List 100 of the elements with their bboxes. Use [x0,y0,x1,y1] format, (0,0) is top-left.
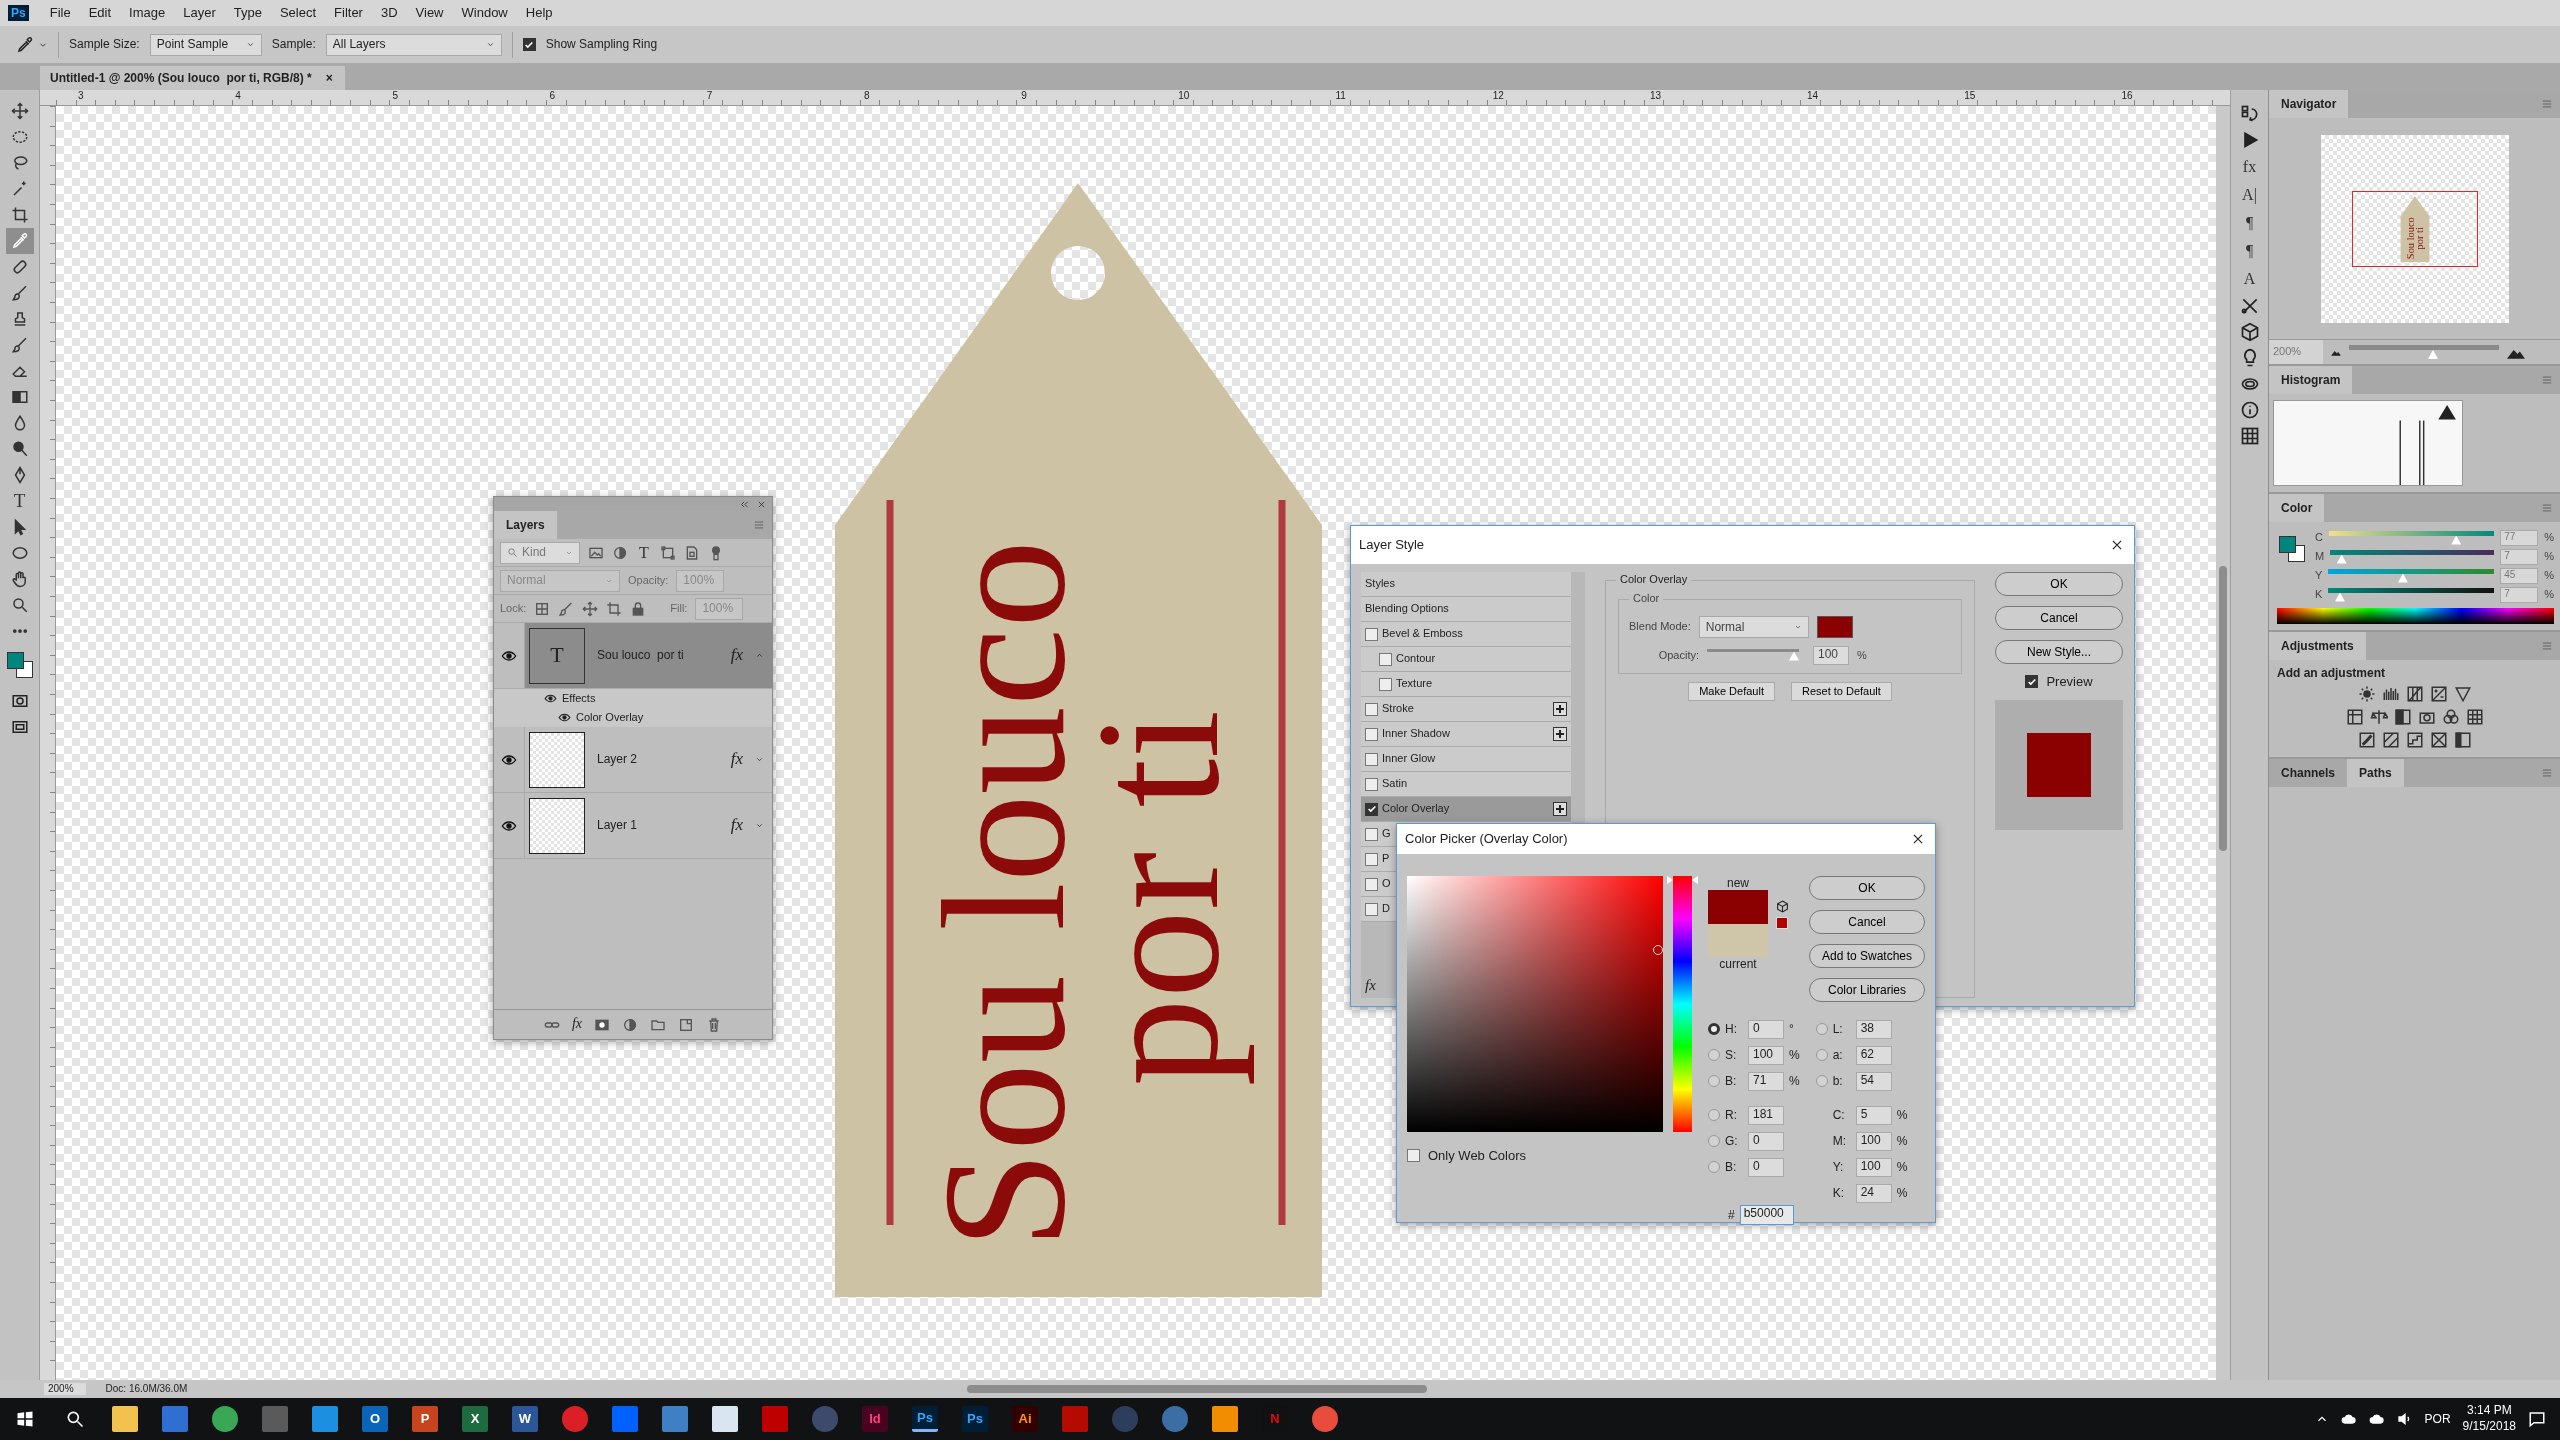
dialog-button[interactable]: Color Libraries [1809,978,1925,1002]
radio-button[interactable] [1708,1023,1720,1035]
blend-mode-dropdown[interactable]: Normal [1698,616,1809,638]
slider-thumb[interactable] [2451,535,2462,545]
radio-button[interactable] [1815,1049,1828,1061]
sample-size-dropdown[interactable]: Point Sample [149,33,262,56]
slider-thumb[interactable] [2428,350,2438,359]
taskbar-app[interactable]: P [412,1406,438,1432]
taskbar-app[interactable] [1312,1406,1338,1432]
value-field[interactable]: 5 [1855,1105,1892,1125]
invert-icon[interactable] [2357,731,2376,750]
color-field[interactable] [1407,876,1663,1132]
radio-button[interactable] [1708,1049,1720,1061]
menu-item[interactable]: Layer [174,5,225,21]
caret-down-icon[interactable] [755,821,764,830]
style-list-item[interactable]: Blending Options [1361,597,1571,622]
taskbar-app[interactable] [562,1406,588,1432]
slider-thumb[interactable] [2334,592,2345,602]
dialog-button[interactable]: Reset to Default [1790,682,1892,702]
panel-button[interactable]: fx [2238,156,2261,178]
checkbox[interactable] [2025,675,2039,689]
warning-icon[interactable] [2438,404,2456,420]
grid-icon[interactable] [2239,426,2260,446]
three-circles-icon[interactable] [2441,708,2460,727]
gradient-square-icon[interactable] [2453,731,2472,750]
checkbox[interactable] [1365,627,1378,641]
add-style-button[interactable]: fx [571,1016,583,1033]
checkbox[interactable] [1365,802,1378,816]
half-circle-icon[interactable] [622,1016,639,1033]
taskbar-app[interactable] [212,1406,238,1432]
steps-icon[interactable] [2405,731,2424,750]
tool-preset-picker[interactable] [16,35,48,54]
slider-thumb[interactable] [2336,554,2347,564]
sun-icon[interactable] [2357,685,2376,704]
panel-tab[interactable]: Color [2269,494,2325,522]
panel-tab[interactable]: Paths [2347,759,2404,788]
curves-grid-icon[interactable] [2405,685,2424,704]
triangle-icon[interactable] [2453,685,2472,704]
gamut-warning-swatch[interactable] [1776,917,1788,929]
type-filter-button[interactable]: T [636,543,652,562]
value-field[interactable]: 181 [1748,1105,1784,1125]
clock-time[interactable]: 3:14 PM [2462,1403,2516,1419]
dialog-button[interactable]: Make Default [1688,682,1775,702]
checkbox[interactable] [1365,727,1378,741]
transform-icon[interactable] [660,544,676,561]
checkbox[interactable] [1407,1149,1420,1163]
close-button[interactable]: × [325,70,333,86]
close-icon[interactable] [1911,832,1925,846]
style-list-item[interactable]: Color Overlay [1361,797,1571,822]
dialog-button[interactable]: OK [1809,876,1925,900]
dialog-button[interactable]: Cancel [1809,910,1925,934]
table-icon[interactable] [2465,708,2484,727]
radio-button[interactable] [1815,1023,1828,1035]
brush-icon[interactable] [558,600,575,617]
menu-item[interactable]: Filter [325,5,372,21]
slider-thumb[interactable] [2398,573,2408,583]
radio-button[interactable] [1708,1135,1720,1147]
radio-button[interactable] [1708,1161,1720,1173]
slider-thumb[interactable] [1789,651,1799,661]
menu-item[interactable]: Select [270,5,326,21]
radio-button[interactable] [1708,1109,1720,1121]
half-circle-icon[interactable] [612,544,628,561]
close-icon[interactable] [2110,538,2124,552]
zoom-field[interactable]: 200% [44,1383,86,1395]
plus-icon[interactable] [1553,802,1567,816]
style-list-item[interactable]: Inner Shadow [1361,722,1571,747]
taskbar-app[interactable]: W [512,1406,538,1432]
menu-item[interactable]: Edit [79,5,121,21]
caret-up-icon[interactable] [755,651,764,660]
checkbox[interactable] [1365,827,1378,841]
value-field[interactable]: 38 [1855,1019,1892,1039]
sample-dropdown[interactable]: All Layers [325,33,502,56]
search-icon[interactable] [65,1409,85,1429]
value-field[interactable]: 0 [1748,1157,1784,1177]
style-list-item[interactable]: Bevel & Emboss [1361,622,1571,647]
panel-tab[interactable]: Adjustments [2269,632,2366,660]
eye-icon[interactable] [558,711,571,724]
taskbar-app[interactable] [1162,1406,1188,1432]
checkbox[interactable] [1365,902,1378,916]
diagonal-stripes-icon[interactable] [2381,731,2400,750]
style-list-item[interactable]: Stroke [1361,697,1571,722]
value-field[interactable]: 100 [1855,1131,1892,1151]
checkbox[interactable] [1365,877,1378,891]
language-indicator[interactable]: POR [2424,1411,2451,1427]
new-layer-icon[interactable] [678,1016,695,1033]
effect-name[interactable]: Color Overlay [576,710,644,725]
value-field[interactable]: 62 [1855,1045,1892,1065]
menu-item[interactable]: View [406,5,453,21]
style-list-item[interactable]: Satin [1361,772,1571,797]
levels-grid-icon[interactable] [2345,708,2364,727]
app-logo[interactable]: Ps [8,4,29,22]
scissors-icon[interactable] [2239,296,2260,316]
panel-button[interactable]: ¶ [2238,212,2261,234]
panel-button[interactable]: A [2238,268,2261,290]
checkbox[interactable] [1379,677,1392,691]
move-icon[interactable] [582,600,599,617]
taskbar-app[interactable]: Ps [912,1406,938,1432]
layer-row[interactable]: Layer 1 fx [494,793,772,859]
panel-tab[interactable]: Navigator [2269,90,2349,118]
color-swatch[interactable] [1816,616,1853,638]
